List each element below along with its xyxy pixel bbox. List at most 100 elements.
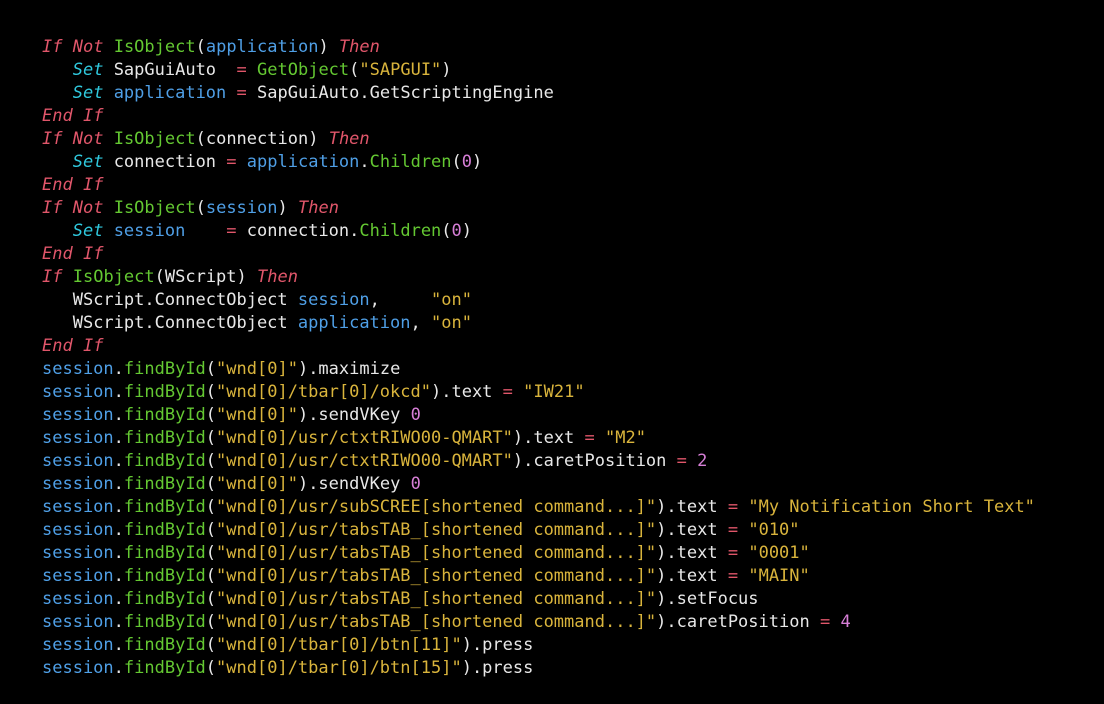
code-token-pl xyxy=(247,60,257,80)
code-token-punct: . xyxy=(114,543,124,563)
code-token-pl xyxy=(42,83,73,103)
code-line[interactable]: If IsObject(WScript) Then xyxy=(42,266,1104,289)
code-token-punct: ) xyxy=(656,566,666,586)
code-token-pl: .press xyxy=(472,658,533,678)
code-token-pl: .press xyxy=(472,635,533,655)
code-token-kw: If xyxy=(42,267,62,287)
code-line[interactable]: Set connection = application.Children(0) xyxy=(42,151,1104,174)
code-line[interactable]: If Not IsObject(application) Then xyxy=(42,36,1104,59)
code-token-kw: End xyxy=(42,175,73,195)
code-token-punct: . xyxy=(114,658,124,678)
code-token-pl xyxy=(42,60,73,80)
code-token-op: = xyxy=(728,497,738,517)
code-line[interactable]: WScript.ConnectObject session, "on" xyxy=(42,289,1104,312)
code-token-str: "M2" xyxy=(605,428,646,448)
code-token-var: session xyxy=(42,520,114,540)
code-token-fn: IsObject xyxy=(114,198,196,218)
code-line[interactable]: session.findById("wnd[0]/usr/tabsTAB_[sh… xyxy=(42,542,1104,565)
code-token-kw: If xyxy=(42,129,62,149)
code-line[interactable]: session.findById("wnd[0]/usr/subSCREE[sh… xyxy=(42,496,1104,519)
code-token-punct: ( xyxy=(196,129,206,149)
code-token-punct: ) xyxy=(656,612,666,632)
code-token-pl xyxy=(810,612,820,632)
code-token-pl: .caretPosition xyxy=(666,612,809,632)
code-token-pl xyxy=(42,152,73,172)
code-line[interactable]: session.findById("wnd[0]/usr/tabsTAB_[sh… xyxy=(42,519,1104,542)
code-token-kw: Then xyxy=(329,129,370,149)
code-line[interactable]: End If xyxy=(42,105,1104,128)
code-token-punct: ) xyxy=(656,497,666,517)
code-token-punct: ( xyxy=(206,566,216,586)
code-token-pl xyxy=(513,382,523,402)
code-token-punct: ) xyxy=(237,267,247,287)
code-token-fn: Children xyxy=(359,221,441,241)
code-line[interactable]: If Not IsObject(connection) Then xyxy=(42,128,1104,151)
code-token-punct: ( xyxy=(206,589,216,609)
code-token-pl xyxy=(103,198,113,218)
code-line[interactable]: If Not IsObject(session) Then xyxy=(42,197,1104,220)
code-token-str: "on" xyxy=(431,290,472,310)
code-line[interactable]: session.findById("wnd[0]/usr/ctxtRIWO00-… xyxy=(42,450,1104,473)
code-token-fn: findById xyxy=(124,543,206,563)
code-token-op: = xyxy=(728,566,738,586)
code-line[interactable]: End If xyxy=(42,243,1104,266)
code-token-pl xyxy=(288,290,298,310)
code-token-punct: ( xyxy=(206,451,216,471)
code-line[interactable]: session.findById("wnd[0]/tbar[0]/btn[11]… xyxy=(42,634,1104,657)
code-token-pl xyxy=(73,106,83,126)
code-token-punct: ) xyxy=(513,451,523,471)
code-token-punct: ( xyxy=(206,382,216,402)
code-token-num: 4 xyxy=(840,612,850,632)
code-token-punct: ) xyxy=(441,60,451,80)
code-line[interactable]: session.findById("wnd[0]/usr/tabsTAB_[sh… xyxy=(42,588,1104,611)
code-token-pl xyxy=(687,451,697,471)
code-token-var: session xyxy=(206,198,278,218)
code-token-kw: If xyxy=(42,37,62,57)
code-line[interactable]: session.findById("wnd[0]").sendVKey 0 xyxy=(42,473,1104,496)
code-token-pl: .text xyxy=(666,543,717,563)
code-line[interactable]: session.findById("wnd[0]/tbar[0]/okcd").… xyxy=(42,381,1104,404)
code-token-op: = xyxy=(677,451,687,471)
code-token-var: session xyxy=(42,612,114,632)
code-token-punct: ( xyxy=(452,152,462,172)
code-token-str: "wnd[0]/usr/tabsTAB_[shortened command..… xyxy=(216,566,656,586)
code-token-op: = xyxy=(728,520,738,540)
code-token-punct: ) xyxy=(308,129,318,149)
code-line[interactable]: session.findById("wnd[0]/usr/ctxtRIWO00-… xyxy=(42,427,1104,450)
code-token-fn: IsObject xyxy=(73,267,155,287)
code-line[interactable]: Set SapGuiAuto = GetObject("SAPGUI") xyxy=(42,59,1104,82)
code-token-pl xyxy=(718,520,728,540)
code-token-punct: ( xyxy=(206,635,216,655)
code-editor-viewport[interactable]: If Not IsObject(application) Then Set Sa… xyxy=(0,0,1104,704)
code-token-pl xyxy=(718,497,728,517)
code-token-op: = xyxy=(728,543,738,563)
code-token-pl: SapGuiAuto xyxy=(114,60,216,80)
code-token-pl xyxy=(830,612,840,632)
code-token-str: "wnd[0]/usr/tabsTAB_[shortened command..… xyxy=(216,520,656,540)
code-token-num: 0 xyxy=(411,405,421,425)
code-line[interactable]: session.findById("wnd[0]/usr/tabsTAB_[sh… xyxy=(42,565,1104,588)
code-token-punct: ) xyxy=(513,428,523,448)
code-token-punct: . xyxy=(114,451,124,471)
code-token-pl xyxy=(738,566,748,586)
code-line[interactable]: session.findById("wnd[0]/usr/tabsTAB_[sh… xyxy=(42,611,1104,634)
code-token-punct: ( xyxy=(155,267,165,287)
code-token-pl: SapGuiAuto.GetScriptingEngine xyxy=(257,83,554,103)
code-line[interactable]: End If xyxy=(42,174,1104,197)
code-line[interactable]: Set session = connection.Children(0) xyxy=(42,220,1104,243)
code-token-pl xyxy=(103,129,113,149)
code-line[interactable]: session.findById("wnd[0]").sendVKey 0 xyxy=(42,404,1104,427)
code-token-pl xyxy=(103,60,113,80)
code-line[interactable]: session.findById("wnd[0]/tbar[0]/btn[15]… xyxy=(42,657,1104,680)
code-token-pl xyxy=(62,37,72,57)
code-line[interactable]: End If xyxy=(42,335,1104,358)
code-line[interactable]: session.findById("wnd[0]").maximize xyxy=(42,358,1104,381)
code-token-punct: , xyxy=(370,290,380,310)
code-token-punct: ) xyxy=(462,221,472,241)
code-line[interactable]: Set application = SapGuiAuto.GetScriptin… xyxy=(42,82,1104,105)
code-line[interactable]: WScript.ConnectObject application, "on" xyxy=(42,312,1104,335)
code-token-op: = xyxy=(226,221,236,241)
code-token-str: "MAIN" xyxy=(748,566,809,586)
code-token-punct: . xyxy=(114,359,124,379)
code-token-str: "IW21" xyxy=(523,382,584,402)
